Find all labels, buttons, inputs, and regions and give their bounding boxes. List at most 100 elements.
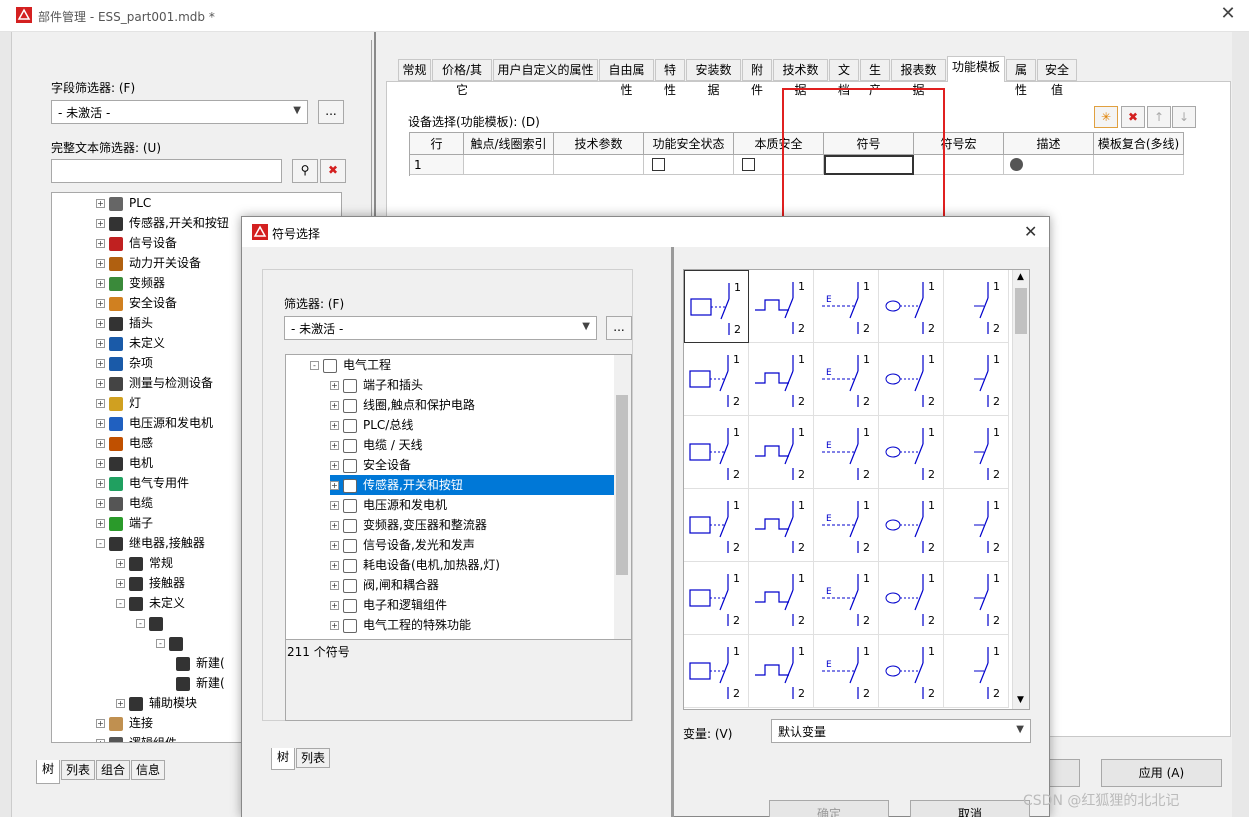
dialog-tree-item[interactable]: + 线圈,触点和保护电路: [330, 395, 475, 415]
tree-item[interactable]: -: [136, 613, 169, 633]
tab-2[interactable]: 用户自定义的属性: [493, 59, 598, 81]
symbol-cell[interactable]: 12: [749, 489, 814, 562]
tree-item[interactable]: + 电压源和发电机: [96, 413, 213, 433]
tree-item[interactable]: + 常规: [116, 553, 173, 573]
dialog-tree-item[interactable]: + 变频器,变压器和整流器: [330, 515, 487, 535]
column-header[interactable]: 功能安全状态: [644, 133, 734, 155]
expand-icon[interactable]: +: [330, 401, 339, 410]
expand-icon[interactable]: +: [96, 419, 105, 428]
expand-icon[interactable]: +: [116, 579, 125, 588]
tree-item[interactable]: 新建(: [176, 653, 225, 673]
column-header[interactable]: 触点/线圈索引: [464, 133, 554, 155]
binoculars-icon[interactable]: ⚲: [292, 159, 318, 183]
scrollbar-thumb[interactable]: [616, 395, 628, 575]
tab-4[interactable]: 特性: [655, 59, 685, 97]
symbol-cell[interactable]: 12: [944, 562, 1009, 635]
symbol-cell[interactable]: 12: [749, 270, 814, 343]
cancel-button[interactable]: 取消: [910, 800, 1030, 817]
tab-12[interactable]: 属性: [1006, 59, 1036, 97]
dialog-tree-scrollbar[interactable]: [614, 355, 631, 639]
expand-icon[interactable]: +: [96, 479, 105, 488]
symbol-cell[interactable]: 1 2 E: [814, 416, 879, 489]
expand-icon[interactable]: +: [330, 481, 339, 490]
dialog-tree-item[interactable]: + 耗电设备(电机,加热器,灯): [330, 555, 500, 575]
scroll-down-icon[interactable]: ▼: [1017, 695, 1024, 705]
tree-item[interactable]: + 动力开关设备: [96, 253, 201, 273]
expand-icon[interactable]: +: [96, 439, 105, 448]
dialog-filter-more-button[interactable]: ...: [606, 316, 632, 340]
scroll-up-icon[interactable]: ▲: [1017, 272, 1024, 282]
expand-icon[interactable]: +: [96, 519, 105, 528]
symbol-cell[interactable]: 12: [944, 343, 1009, 416]
expand-icon[interactable]: +: [96, 399, 105, 408]
tree-item[interactable]: + 测量与检测设备: [96, 373, 213, 393]
symbol-cell[interactable]: 12: [944, 489, 1009, 562]
symbol-cell[interactable]: 12: [944, 635, 1009, 708]
tab-9[interactable]: 生产: [860, 59, 890, 97]
tree-item[interactable]: + 未定义: [96, 333, 165, 353]
checkbox[interactable]: [652, 158, 665, 171]
symbol-cell[interactable]: 12: [879, 270, 944, 343]
expand-icon[interactable]: +: [96, 359, 105, 368]
expand-icon[interactable]: +: [330, 621, 339, 630]
expand-icon[interactable]: +: [330, 601, 339, 610]
tree-item[interactable]: + 辅助模块: [116, 693, 197, 713]
tab-10[interactable]: 报表数据: [891, 59, 946, 97]
symbol-cell[interactable]: 1 2 E: [814, 489, 879, 562]
expand-icon[interactable]: +: [96, 499, 105, 508]
tree-item[interactable]: + 传感器,开关和按钮: [96, 213, 229, 233]
symbol-grid[interactable]: 121212E1212121212E1212121212E1212121212E…: [683, 269, 1030, 710]
tab-1[interactable]: 价格/其它: [432, 59, 492, 97]
symbol-cell[interactable]: 12: [749, 562, 814, 635]
symbol-cell[interactable]: 12: [749, 416, 814, 489]
left-tab[interactable]: 树: [36, 760, 60, 784]
dialog-tree-item[interactable]: + 信号设备,发光和发声: [330, 535, 475, 555]
symbol-cell[interactable]: 1 2 E: [814, 635, 879, 708]
tab-11[interactable]: 功能模板: [947, 56, 1005, 82]
expand-icon[interactable]: +: [330, 521, 339, 530]
expand-icon[interactable]: +: [96, 719, 105, 728]
tab-7[interactable]: 技术数据: [773, 59, 828, 97]
expand-icon[interactable]: +: [96, 219, 105, 228]
new-star-icon[interactable]: ✳: [1094, 106, 1118, 128]
dialog-tree-item[interactable]: + 安全设备: [330, 455, 411, 475]
left-tab[interactable]: 信息: [131, 760, 165, 780]
variant-combo[interactable]: 默认变量 ▼: [771, 719, 1031, 743]
expand-icon[interactable]: +: [96, 339, 105, 348]
left-tab[interactable]: 组合: [96, 760, 130, 780]
symbol-cell[interactable]: 12: [749, 343, 814, 416]
symbol-cell[interactable]: 12: [944, 416, 1009, 489]
collapse-icon[interactable]: -: [310, 361, 319, 370]
expand-icon[interactable]: +: [330, 581, 339, 590]
tree-item[interactable]: + 逻辑组件: [96, 733, 177, 742]
symbol-cell[interactable]: 12: [879, 635, 944, 708]
grid-cell[interactable]: [1094, 155, 1184, 175]
tab-8[interactable]: 文档: [829, 59, 859, 97]
dialog-tree-item[interactable]: + 传感器,开关和按钮: [330, 475, 614, 495]
grid-cell[interactable]: [1004, 155, 1094, 175]
dialog-tab[interactable]: 列表: [296, 748, 330, 768]
collapse-icon[interactable]: -: [156, 639, 165, 648]
symbol-scrollbar[interactable]: ▲ ▼: [1012, 270, 1029, 709]
tree-item[interactable]: + 电缆: [96, 493, 153, 513]
window-close-icon[interactable]: ✕: [1218, 4, 1238, 24]
field-filter-more-button[interactable]: ...: [318, 100, 344, 124]
dialog-splitter[interactable]: [671, 247, 674, 817]
scrollbar-thumb[interactable]: [1015, 288, 1027, 334]
symbol-cell[interactable]: 12: [879, 562, 944, 635]
grid-cell[interactable]: [554, 155, 644, 175]
tree-item[interactable]: + 电机: [96, 453, 153, 473]
tab-13[interactable]: 安全值: [1037, 59, 1077, 97]
expand-icon[interactable]: +: [96, 199, 105, 208]
tree-item[interactable]: + PLC: [96, 193, 151, 213]
symbol-cell[interactable]: 12: [684, 343, 749, 416]
fulltext-filter-input[interactable]: [51, 159, 282, 183]
collapse-icon[interactable]: -: [136, 619, 145, 628]
dialog-tree-item[interactable]: + 电缆 / 天线: [330, 435, 423, 455]
move-up-icon[interactable]: ↑: [1147, 106, 1171, 128]
tab-5[interactable]: 安装数据: [686, 59, 741, 97]
symbol-cell[interactable]: 12: [684, 270, 749, 343]
symbol-cell[interactable]: 12: [879, 343, 944, 416]
symbol-cell[interactable]: 12: [944, 270, 1009, 343]
tree-item[interactable]: + 变频器: [96, 273, 165, 293]
